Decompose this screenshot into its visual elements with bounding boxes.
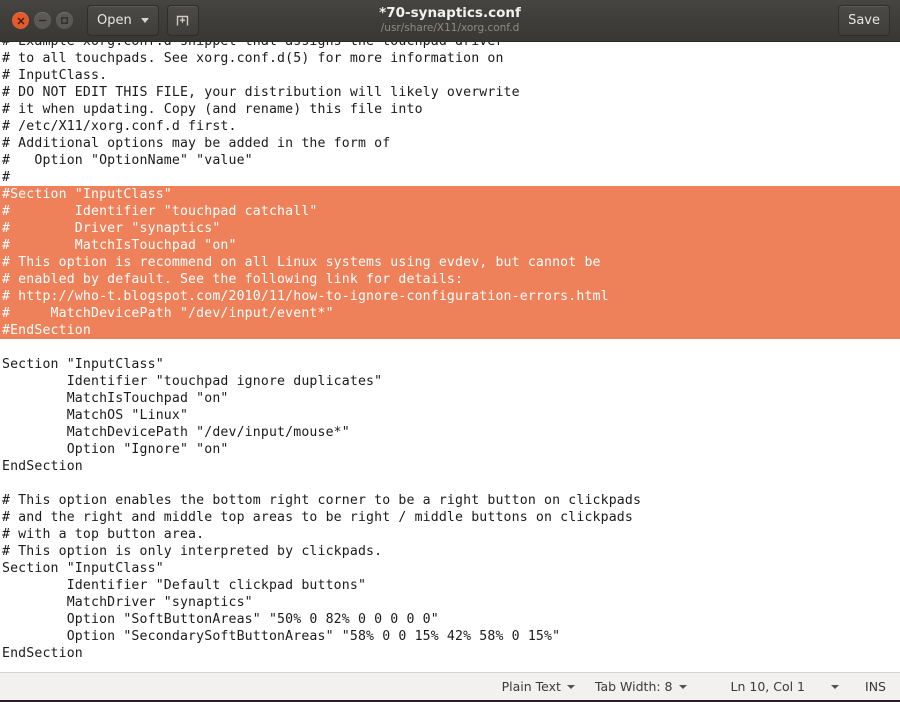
minimize-icon [38, 19, 47, 22]
code-line: #EndSection [0, 322, 900, 339]
code-line: # Driver "synaptics" [0, 220, 900, 237]
code-line: # [2, 170, 11, 185]
code-line: #Section "InputClass" [0, 186, 900, 203]
save-button-label: Save [848, 13, 880, 28]
chevron-down-icon [566, 684, 575, 689]
chevron-down-icon [831, 684, 840, 689]
chevron-down-icon [678, 684, 687, 689]
code-line: # http://who-t.blogspot.com/2010/11/how-… [0, 288, 900, 305]
code-line: # DO NOT EDIT THIS FILE, your distributi… [2, 85, 520, 100]
open-button[interactable]: Open [87, 5, 159, 36]
code-line: # enabled by default. See the following … [0, 271, 900, 288]
code-line: # and the right and middle top areas to … [2, 510, 633, 525]
toolbar-left: Open [87, 5, 199, 36]
code-line: EndSection [2, 459, 83, 474]
code-line: # Option "OptionName" "value" [2, 153, 253, 168]
maximize-button[interactable] [56, 12, 73, 29]
code-line: Identifier "touchpad ignore duplicates" [2, 374, 383, 389]
document-text[interactable]: # Example xorg.conf.d snippet that assig… [0, 42, 900, 662]
code-line: EndSection [2, 646, 83, 661]
statusbar: Plain Text Tab Width: 8 Ln 10, Col 1 INS [0, 672, 900, 702]
code-line: MatchDriver "synaptics" [2, 595, 253, 610]
code-line: # Example xorg.conf.d snippet that assig… [2, 42, 900, 50]
maximize-icon [61, 17, 68, 24]
code-line: MatchOS "Linux" [2, 408, 189, 423]
page-title: *70-synaptics.conf [379, 5, 521, 21]
cursor-position-label: Ln 10, Col 1 [730, 679, 806, 694]
code-line: # This option enables the bottom right c… [2, 493, 642, 508]
code-line: Option "SoftButtonAreas" "50% 0 82% 0 0 … [2, 612, 439, 627]
code-line: MatchIsTouchpad "on" [2, 391, 229, 406]
save-button[interactable]: Save [838, 5, 890, 36]
file-path: /usr/share/X11/xorg.conf.d [380, 22, 520, 34]
code-line: # This option is recommend on all Linux … [0, 254, 900, 271]
open-button-label: Open [97, 13, 132, 28]
code-line: # it when updating. Copy (and rename) th… [2, 102, 423, 117]
insert-mode-toggle[interactable]: INS [865, 679, 886, 694]
code-line: # Identifier "touchpad catchall" [0, 203, 900, 220]
toolbar-right: Save [838, 5, 890, 36]
code-line: Section "InputClass" [2, 357, 164, 372]
language-selector[interactable]: Plain Text [502, 679, 575, 694]
code-line: Section "InputClass" [2, 561, 164, 576]
language-label: Plain Text [501, 679, 561, 694]
code-line: # to all touchpads. See xorg.conf.d(5) f… [2, 51, 504, 66]
code-line: # InputClass. [2, 68, 108, 83]
code-line: # /etc/X11/xorg.conf.d first. [2, 119, 237, 134]
insert-mode-label: INS [865, 679, 886, 694]
text-editor-window: Open *70-synaptics.conf /usr/share/X11/x… [0, 0, 900, 702]
tab-width-label: Tab Width: 8 [594, 679, 673, 694]
code-line: # MatchDevicePath "/dev/input/event*" [0, 305, 900, 322]
cursor-position: Ln 10, Col 1 [731, 679, 806, 694]
code-line: # MatchIsTouchpad "on" [0, 237, 900, 254]
code-line: Identifier "Default clickpad buttons" [2, 578, 367, 593]
text-editor-area[interactable]: # Example xorg.conf.d snippet that assig… [0, 42, 900, 672]
close-icon [17, 17, 24, 24]
code-line: # Additional options may be added in the… [2, 136, 391, 151]
code-line: # with a top button area. [2, 527, 205, 542]
code-line: # This option is only interpreted by cli… [2, 544, 383, 559]
chevron-down-icon [140, 18, 149, 23]
new-document-icon [177, 15, 189, 26]
minimize-button[interactable] [34, 12, 51, 29]
tab-width-selector[interactable]: Tab Width: 8 [595, 679, 687, 694]
code-line: Option "Ignore" "on" [2, 442, 229, 457]
new-document-button[interactable] [166, 5, 199, 36]
cursor-position-dropdown[interactable] [831, 684, 840, 689]
window-controls [12, 12, 73, 29]
close-button[interactable] [12, 12, 29, 29]
code-line: Option "SecondarySoftButtonAreas" "58% 0… [2, 629, 561, 644]
code-line: MatchDevicePath "/dev/input/mouse*" [2, 425, 350, 440]
titlebar: Open *70-synaptics.conf /usr/share/X11/x… [0, 0, 900, 42]
